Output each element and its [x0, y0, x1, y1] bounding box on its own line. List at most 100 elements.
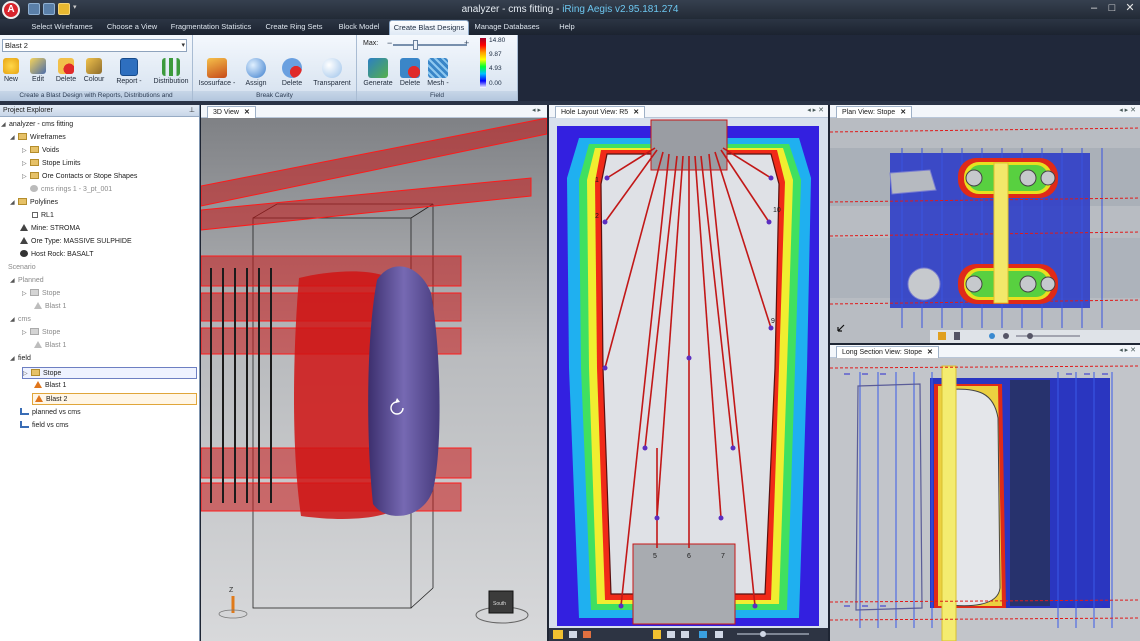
3d-viewport[interactable]: Z South — [201, 118, 547, 641]
close-icon[interactable]: ✕ — [633, 109, 639, 116]
close-icon[interactable]: ✕ — [244, 109, 250, 116]
tab-hole-layout[interactable]: Hole Layout View: R5 ✕ — [555, 106, 646, 118]
tree-field-stope[interactable]: ▷ Stope — [22, 367, 197, 379]
tab-3d-label: 3D View — [213, 109, 239, 116]
distribution-button[interactable]: Distribution — [152, 58, 190, 85]
pane-hole-layout[interactable]: Hole Layout View: R5 ✕ ◂ ▸ ✕ 1 2 5 6 7 9… — [549, 105, 828, 641]
tree-field[interactable]: ◢ field — [10, 353, 31, 365]
report-button[interactable]: Report - — [113, 58, 145, 85]
expand-icon[interactable]: ▷ — [22, 288, 30, 300]
tree-wireframes[interactable]: ◢ Wireframes — [10, 132, 66, 144]
transparent-button[interactable]: Transparent — [311, 58, 353, 87]
expand-icon[interactable]: ▷ — [22, 327, 30, 339]
wireframe-icon — [30, 185, 38, 192]
minimize-button[interactable]: – — [1086, 2, 1102, 16]
tab-3d-view[interactable]: 3D View ✕ — [207, 106, 256, 118]
tree-field-blast2[interactable]: Blast 2 — [32, 393, 197, 405]
generate-label: Generate — [363, 80, 393, 87]
long-section-canvas[interactable] — [830, 358, 1140, 641]
collapse-icon[interactable]: ◢ — [10, 197, 18, 209]
tree-planned-vs-cms[interactable]: planned vs cms — [20, 407, 81, 419]
edit-button[interactable]: Edit — [28, 58, 48, 83]
tree-field-vs-cms[interactable]: field vs cms — [20, 420, 69, 432]
pane-plan-header: Plan View: Stope ✕ ◂ ▸ ✕ — [830, 105, 1140, 118]
tab-plan-view[interactable]: Plan View: Stope ✕ — [836, 106, 913, 118]
generate-button[interactable]: Generate — [361, 58, 395, 87]
expand-icon[interactable]: ▷ — [23, 368, 31, 380]
pane-nav-arrows[interactable]: ◂ ▸ ✕ — [807, 106, 824, 114]
tree-stope-limits[interactable]: ▷ Stope Limits — [22, 158, 81, 170]
isosurface-delete-button[interactable]: Delete — [279, 58, 305, 87]
delete-button[interactable]: Delete — [53, 58, 79, 83]
tree-host-rock[interactable]: Host Rock: BASALT — [20, 249, 94, 261]
pane-nav-arrows[interactable]: ◂ ▸ — [532, 106, 541, 114]
tree-ore-type[interactable]: Ore Type: MASSIVE SULPHIDE — [20, 236, 132, 248]
max-slider-track[interactable] — [393, 44, 467, 46]
tree-planned-stope[interactable]: ▷ Stope — [22, 288, 60, 300]
colour-icon — [86, 58, 102, 74]
pane-nav-arrows[interactable]: ◂ ▸ ✕ — [1119, 346, 1136, 354]
new-button[interactable]: New — [2, 58, 20, 83]
maximize-button[interactable]: □ — [1104, 2, 1120, 16]
tree-cms-stope[interactable]: ▷ Stope — [22, 327, 60, 339]
field-delete-label: Delete — [399, 80, 421, 87]
max-slider-thumb[interactable] — [413, 40, 418, 50]
slider-plus-button[interactable]: + — [464, 38, 469, 48]
tab-manage-databases[interactable]: Manage Databases — [472, 20, 542, 35]
pane-3d-view[interactable]: 3D View ✕ ◂ ▸ Z South — [201, 105, 547, 641]
tree-scenario[interactable]: Scenario — [8, 262, 36, 274]
field-delete-button[interactable]: Delete — [397, 58, 423, 87]
tab-select-wireframes[interactable]: Select Wireframes — [26, 20, 98, 35]
tree-planned[interactable]: ◢ Planned — [10, 275, 44, 287]
polyline-icon — [32, 212, 38, 218]
expand-icon[interactable]: ▷ — [22, 158, 30, 170]
tab-long-section[interactable]: Long Section View: Stope ✕ — [836, 346, 939, 358]
expand-icon[interactable]: ▷ — [22, 145, 30, 157]
tab-fragmentation-statistics[interactable]: Fragmentation Statistics — [166, 20, 256, 35]
new-blast-icon — [3, 58, 19, 74]
assign-button[interactable]: Assign — [243, 58, 269, 87]
tab-block-model[interactable]: Block Model — [332, 20, 386, 35]
tree-polylines[interactable]: ◢ Polylines — [10, 197, 58, 209]
hole-label-1: 1 — [595, 177, 599, 184]
pane-nav-arrows[interactable]: ◂ ▸ ✕ — [1119, 106, 1136, 114]
tree-cms-blast1[interactable]: Blast 1 — [34, 340, 66, 352]
isosurface-button[interactable]: Isosurface - — [197, 58, 237, 87]
delete-icon — [58, 58, 74, 74]
tree-planned-blast1[interactable]: Blast 1 — [34, 301, 66, 313]
pane-plan-view[interactable]: Plan View: Stope ✕ ◂ ▸ ✕ — [830, 105, 1140, 343]
collapse-icon[interactable]: ◢ — [1, 119, 9, 131]
collapse-icon[interactable]: ◢ — [10, 132, 18, 144]
slider-minus-button[interactable]: − — [387, 38, 392, 48]
tree-rl1[interactable]: RL1 — [32, 210, 54, 222]
tree-cms-rings[interactable]: cms rings 1 - 3_pt_001 — [30, 184, 112, 196]
mesh-button[interactable]: Mesh - — [425, 58, 451, 87]
colour-button[interactable]: Colour — [82, 58, 106, 83]
tree-voids[interactable]: ▷ Voids — [22, 145, 59, 157]
collapse-icon[interactable]: ◢ — [10, 275, 18, 287]
close-button[interactable]: ✕ — [1122, 2, 1138, 16]
tree-cms[interactable]: ◢ cms — [10, 314, 31, 326]
collapse-icon[interactable]: ◢ — [10, 353, 18, 365]
expand-icon[interactable]: ▷ — [22, 171, 30, 183]
plan-view-canvas[interactable] — [830, 118, 1140, 343]
pane-long-section[interactable]: Long Section View: Stope ✕ ◂ ▸ ✕ — [830, 345, 1140, 641]
blast-design-select[interactable]: Blast 2 ▾ — [2, 39, 187, 52]
pin-icon[interactable]: ⊥ — [189, 105, 195, 117]
tab-create-ring-sets[interactable]: Create Ring Sets — [258, 20, 330, 35]
tree-ore-contacts[interactable]: ▷ Ore Contacts or Stope Shapes — [22, 171, 137, 183]
tab-create-blast-designs[interactable]: Create Blast Designs — [389, 20, 469, 35]
tree-label: Blast 1 — [45, 382, 67, 389]
tab-help[interactable]: Help — [552, 20, 582, 35]
blast-icon — [34, 341, 42, 348]
tree-field-blast1[interactable]: Blast 1 — [34, 380, 66, 392]
hole-layout-canvas[interactable]: 1 2 5 6 7 9 10 — [549, 118, 828, 641]
tab-choose-view[interactable]: Choose a View — [100, 20, 164, 35]
close-icon[interactable]: ✕ — [900, 109, 906, 116]
close-icon[interactable]: ✕ — [927, 349, 933, 356]
collapse-icon[interactable]: ◢ — [10, 314, 18, 326]
group-break-cavity-label: Break Cavity — [193, 91, 356, 101]
tree-root[interactable]: ◢ analyzer - cms fitting — [1, 119, 73, 131]
tree-label: Ore Type: MASSIVE SULPHIDE — [31, 238, 132, 245]
tree-mine[interactable]: Mine: STROMA — [20, 223, 80, 235]
